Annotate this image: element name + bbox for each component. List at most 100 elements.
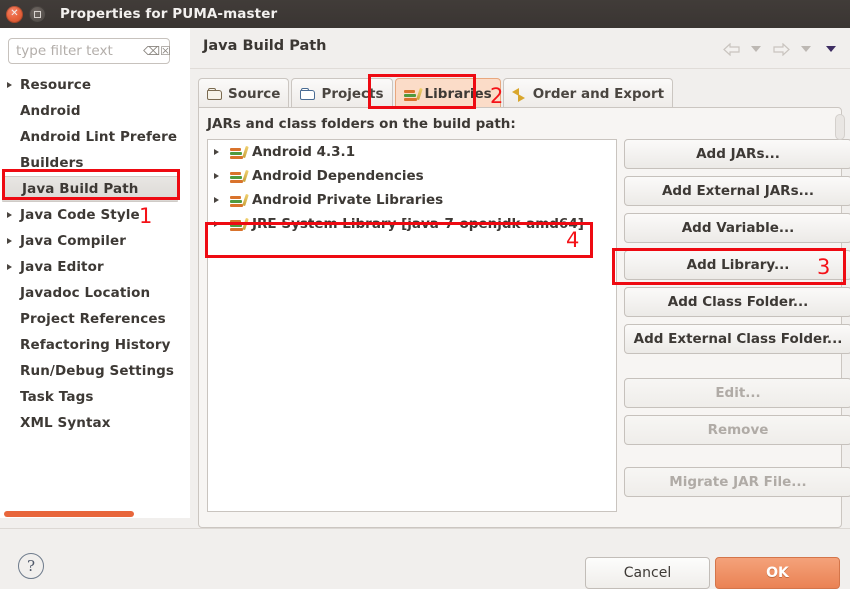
sidebar-item-label: Java Compiler: [20, 233, 127, 249]
sidebar-item-run-debug-settings[interactable]: Run/Debug Settings: [0, 358, 190, 384]
libraries-list[interactable]: Android 4.3.1 Android Dependencies Android…: [207, 139, 617, 512]
annotation-number-4: 4: [566, 228, 580, 252]
preferences-sidebar: ⌫☒ Resource Android Android Lint Prefere Bu…: [0, 28, 190, 518]
sidebar-item-android[interactable]: Android: [0, 98, 190, 124]
tab-bar: Source Projects Libraries Order and Export: [198, 76, 842, 108]
sidebar-item-javadoc-location[interactable]: Javadoc Location: [0, 280, 190, 306]
sidebar-item-label: Refactoring History: [20, 337, 171, 353]
tab-label: Order and Export: [532, 85, 665, 102]
library-icon: [230, 193, 249, 207]
add-variable-button[interactable]: Add Variable...: [624, 213, 850, 243]
library-icon: [230, 145, 249, 159]
tab-order-and-export[interactable]: Order and Export: [502, 78, 674, 108]
sidebar-item-resource[interactable]: Resource: [0, 72, 190, 98]
group-label: JARs and class folders on the build path…: [207, 116, 516, 132]
expand-arrow-icon[interactable]: [214, 173, 219, 179]
list-item-label: Android Dependencies: [252, 168, 424, 184]
help-icon[interactable]: ?: [18, 553, 44, 579]
annotation-number-2: 2: [490, 84, 504, 108]
sidebar-item-label: Java Code Style: [20, 207, 140, 223]
order-arrows-icon: [511, 87, 529, 102]
sidebar-item-label: Task Tags: [20, 389, 94, 405]
expand-arrow-icon[interactable]: [7, 82, 12, 88]
sidebar-item-project-references[interactable]: Project References: [0, 306, 190, 332]
sidebar-item-refactoring-history[interactable]: Refactoring History: [0, 332, 190, 358]
library-icon: [230, 169, 249, 183]
expand-arrow-icon[interactable]: [7, 238, 12, 244]
forward-menu-chevron-down-icon[interactable]: [795, 40, 817, 58]
sidebar-item-builders[interactable]: Builders: [0, 150, 190, 176]
remove-button: Remove: [624, 415, 850, 445]
window-titlebar: ✕ Properties for PUMA-master: [0, 0, 850, 28]
sidebar-item-java-editor[interactable]: Java Editor: [0, 254, 190, 280]
expand-arrow-icon[interactable]: [7, 264, 12, 270]
page-navigation: [720, 40, 842, 58]
tab-label: Source: [228, 85, 281, 102]
sidebar-tree[interactable]: Resource Android Android Lint Prefere Build…: [0, 72, 190, 518]
cancel-button[interactable]: Cancel: [585, 557, 710, 589]
sidebar-item-label: Java Build Path: [22, 181, 139, 197]
maximize-icon[interactable]: [29, 5, 46, 23]
add-external-class-folder-button[interactable]: Add External Class Folder...: [624, 324, 850, 354]
ok-button[interactable]: OK: [715, 557, 840, 589]
sidebar-item-java-compiler[interactable]: Java Compiler: [0, 228, 190, 254]
dialog-body: ⌫☒ Resource Android Android Lint Prefere Bu…: [0, 28, 850, 589]
forward-arrow-icon[interactable]: [770, 40, 792, 58]
back-menu-chevron-down-icon[interactable]: [745, 40, 767, 58]
sidebar-item-xml-syntax[interactable]: XML Syntax: [0, 410, 190, 436]
list-item[interactable]: JRE System Library [java-7-openjdk-amd64…: [208, 212, 616, 236]
sidebar-item-android-lint-prefere[interactable]: Android Lint Prefere: [0, 124, 190, 150]
tab-source[interactable]: Source: [198, 78, 290, 108]
window-title: Properties for PUMA-master: [60, 6, 278, 22]
sidebar-item-label: Run/Debug Settings: [20, 363, 175, 379]
title-divider: [190, 68, 850, 69]
libraries-button-column: Add JARs... Add External JARs... Add Varia…: [624, 139, 850, 504]
sidebar-item-label: Java Editor: [20, 259, 104, 275]
list-item[interactable]: Android Private Libraries: [208, 188, 616, 212]
sidebar-item-java-code-style[interactable]: Java Code Style: [0, 202, 190, 228]
expand-arrow-icon[interactable]: [214, 197, 219, 203]
libraries-group: JARs and class folders on the build path…: [198, 107, 850, 528]
tab-label: Projects: [321, 85, 384, 102]
sidebar-item-label: XML Syntax: [20, 415, 111, 431]
close-glyph: ✕: [10, 8, 19, 19]
tab-projects[interactable]: Projects: [291, 78, 393, 108]
sidebar-item-label: Javadoc Location: [20, 285, 151, 301]
list-item[interactable]: Android 4.3.1: [208, 140, 616, 164]
maximize-glyph: [34, 10, 41, 18]
sidebar-item-label: Resource: [20, 77, 92, 93]
sidebar-item-task-tags[interactable]: Task Tags: [0, 384, 190, 410]
list-item[interactable]: Android Dependencies: [208, 164, 616, 188]
add-jars-button[interactable]: Add JARs...: [624, 139, 850, 169]
sidebar-item-label: Builders: [20, 155, 84, 171]
page-vertical-scrollbar[interactable]: [835, 114, 845, 140]
list-item-label: JRE System Library [java-7-openjdk-amd64…: [252, 216, 584, 232]
migrate-jar-file-button: Migrate JAR File...: [624, 467, 850, 497]
add-class-folder-button[interactable]: Add Class Folder...: [624, 287, 850, 317]
annotation-number-3: 3: [817, 255, 831, 279]
add-external-jars-button[interactable]: Add External JARs...: [624, 176, 850, 206]
clear-icon[interactable]: ⌫☒: [143, 43, 171, 59]
books-icon: [403, 87, 423, 101]
tab-libraries[interactable]: Libraries: [394, 78, 501, 108]
library-icon: [230, 217, 249, 231]
sidebar-item-label: Project References: [20, 311, 166, 327]
close-icon[interactable]: ✕: [6, 5, 23, 23]
back-arrow-icon[interactable]: [720, 40, 742, 58]
page-title: Java Build Path: [203, 38, 327, 54]
sidebar-item-label: Android Lint Prefere: [20, 129, 178, 145]
list-item-label: Android Private Libraries: [252, 192, 444, 208]
list-item-label: Android 4.3.1: [252, 144, 356, 160]
tab-label: Libraries: [424, 85, 492, 102]
expand-arrow-icon[interactable]: [214, 149, 219, 155]
filter-field-wrapper: ⌫☒: [8, 38, 171, 64]
folder-open-icon: [207, 87, 224, 101]
expand-arrow-icon[interactable]: [7, 212, 12, 218]
page-menu-chevron-down-icon[interactable]: [820, 40, 842, 58]
footer-divider: [0, 528, 850, 529]
annotation-number-1: 1: [139, 204, 153, 228]
expand-arrow-icon[interactable]: [214, 221, 219, 227]
page-panel: Java Build Path Source Projects Libraries O…: [190, 28, 850, 577]
sidebar-horizontal-scrollbar[interactable]: [4, 511, 134, 517]
sidebar-item-java-build-path[interactable]: Java Build Path: [2, 176, 178, 202]
